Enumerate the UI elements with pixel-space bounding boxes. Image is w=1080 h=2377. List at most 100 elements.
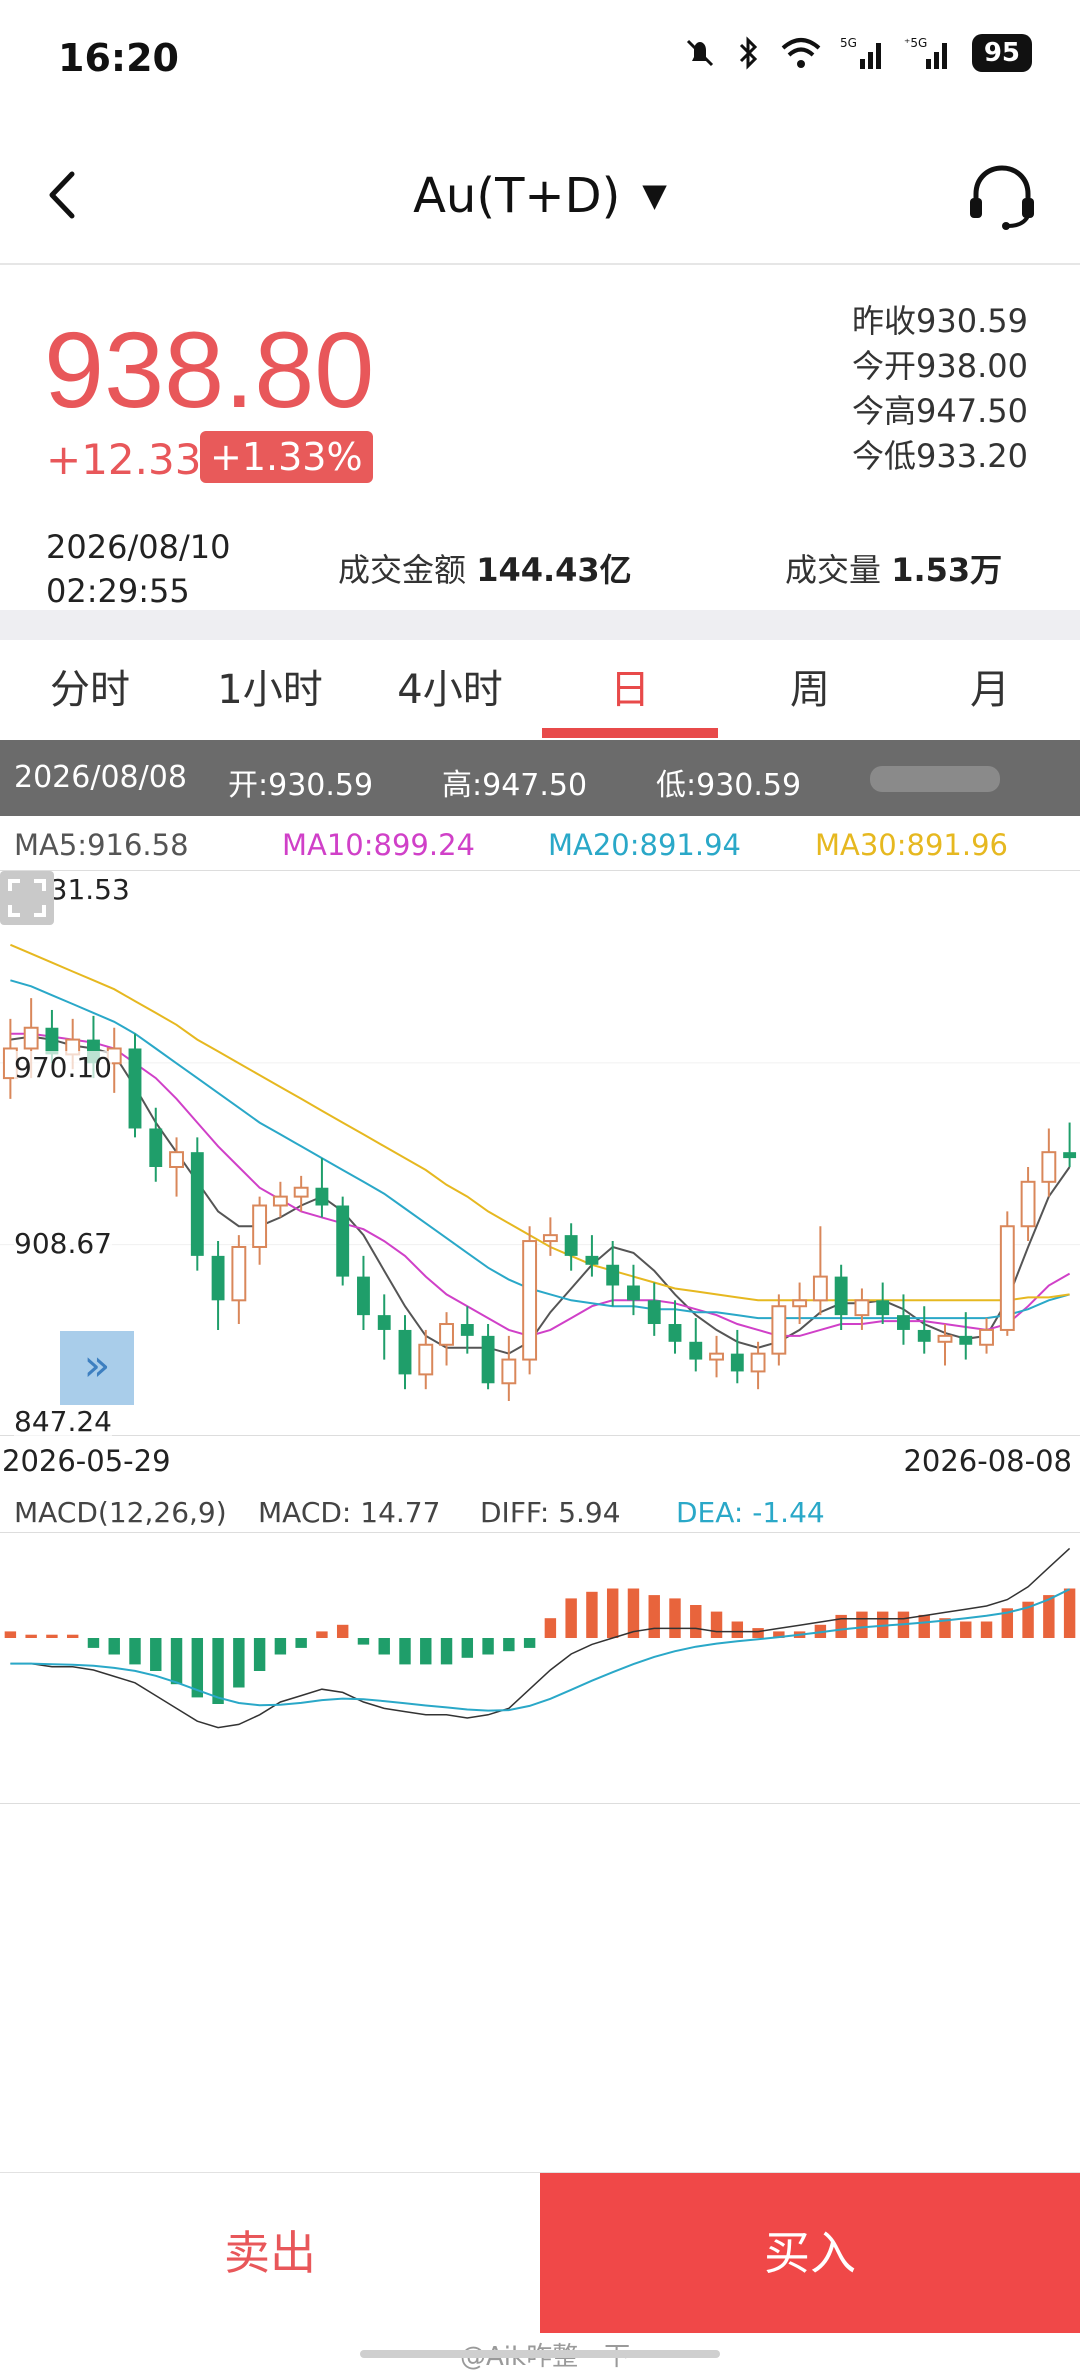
y-tick-3: 908.67 [14, 1227, 112, 1260]
fullscreen-icon[interactable] [0, 871, 54, 925]
macd-bar [4, 1631, 17, 1638]
volume-value: 1.53万 [891, 551, 1003, 589]
instrument-selector[interactable]: Au(T+D) ▼ [0, 168, 1080, 224]
tab-1h[interactable]: 1小时 [180, 640, 360, 740]
candle [149, 1107, 163, 1182]
open-price: 今开938.00 [852, 347, 1028, 385]
ma20-label: MA20:891.94 [548, 828, 742, 862]
macd-bar [960, 1621, 972, 1638]
macd-bar [918, 1614, 930, 1638]
candle [357, 1255, 370, 1330]
macd-bar [66, 1634, 79, 1638]
quote-date: 2026/08/10 [46, 528, 231, 566]
macd-bar [731, 1621, 744, 1638]
info-low: 低:930.59 [656, 768, 802, 803]
candle [542, 1217, 558, 1256]
macd-bar [752, 1628, 764, 1638]
instrument-title: Au(T+D) [413, 168, 621, 224]
ma10-label: MA10:899.24 [282, 828, 476, 862]
candle [501, 1335, 517, 1402]
macd-bar [357, 1638, 370, 1645]
caret-down-icon: ▼ [642, 176, 667, 214]
quote-panel: 938.80 +12.33 +1.33% 昨收930.59 今开938.00 今… [0, 267, 1080, 610]
tab-daily[interactable]: 日 [540, 640, 720, 740]
macd-bar [399, 1638, 411, 1665]
candle [564, 1223, 578, 1271]
candle [315, 1158, 329, 1218]
candle [709, 1335, 724, 1378]
candle [231, 1235, 247, 1325]
candle [979, 1318, 994, 1354]
ma30-line [10, 943, 1070, 1302]
change-percent-badge: +1.33% [200, 431, 373, 483]
kline-svg [0, 943, 1080, 1402]
candle-info-bar: 2026/08/08 开:930.59 高:947.50 低:930.59 [0, 740, 1080, 816]
app-header: Au(T+D) ▼ [0, 130, 1080, 265]
diff-value: DIFF: 5.94 [480, 1496, 621, 1529]
candle [834, 1264, 848, 1330]
price-change: +12.33 [46, 435, 202, 484]
ma30-label: MA30:891.96 [815, 828, 1009, 862]
macd-chart[interactable] [0, 1532, 1080, 1804]
candle [750, 1341, 766, 1390]
volume-label: 成交量 [785, 551, 882, 589]
candle [959, 1312, 973, 1360]
tab-weekly[interactable]: 周 [720, 640, 900, 740]
macd-bar [690, 1605, 702, 1638]
macd-bar [25, 1634, 37, 1638]
candle [481, 1324, 495, 1390]
candle [1063, 1122, 1077, 1167]
dea-value: DEA: -1.44 [676, 1496, 825, 1529]
turnover-value: 144.43亿 [476, 551, 632, 589]
macd-bar [336, 1624, 349, 1638]
turnover: 成交金额 144.43亿 [338, 545, 632, 591]
diff-line [10, 1547, 1071, 1729]
date-start: 2026-05-29 [2, 1444, 171, 1478]
candle [128, 1033, 142, 1138]
candle [647, 1282, 661, 1336]
macd-bar [606, 1588, 619, 1638]
tab-intraday[interactable]: 分时 [0, 640, 180, 740]
macd-bar [87, 1638, 100, 1648]
expand-icon[interactable]: » [60, 1331, 134, 1405]
low-price: 今低933.20 [852, 437, 1028, 475]
y-tick-2: 970.10 [14, 1051, 112, 1084]
macd-params: MACD(12,26,9) [14, 1496, 227, 1529]
candle [771, 1294, 787, 1366]
macd-bar [503, 1638, 515, 1652]
buy-button[interactable]: 买入 [540, 2173, 1080, 2333]
tab-4h[interactable]: 4小时 [360, 640, 540, 740]
candle [730, 1329, 744, 1384]
date-end: 2026-08-08 [903, 1444, 1072, 1478]
tab-monthly[interactable]: 月 [900, 640, 1080, 740]
candle [293, 1175, 309, 1212]
sell-button[interactable]: 卖出 [0, 2173, 540, 2333]
candle [398, 1315, 412, 1390]
signal-5g-icon-2: ⁺5G [904, 36, 947, 69]
blurred-field [870, 766, 1000, 792]
macd-bar [482, 1638, 494, 1655]
macd-bar [108, 1638, 120, 1655]
candle [377, 1294, 391, 1360]
candle [917, 1306, 931, 1354]
quote-time: 02:29:55 [46, 572, 190, 610]
mute-bell-icon [686, 39, 713, 67]
kline-chart[interactable]: 1031.53 970.10 908.67 847.24 » [0, 870, 1080, 1438]
headset-icon[interactable] [962, 158, 1042, 238]
macd-bar [856, 1611, 868, 1638]
macd-bar [46, 1634, 58, 1638]
macd-bar [544, 1618, 557, 1638]
ma5-label: MA5:916.58 [14, 828, 189, 862]
candle [1041, 1128, 1057, 1197]
ma20-line [10, 979, 1070, 1320]
info-date: 2026/08/08 [14, 760, 187, 795]
quote-timestamp: 2026/08/10 02:29:55 [46, 525, 230, 613]
home-indicator[interactable] [360, 2350, 720, 2358]
y-tick-bottom: 847.24 [14, 1405, 112, 1438]
period-tabs: 分时 1小时 4小时 日 周 月 [0, 640, 1080, 740]
bluetooth-icon [739, 36, 757, 70]
macd-bar [440, 1638, 453, 1665]
macd-bar [170, 1638, 183, 1685]
high-price: 今高947.50 [852, 392, 1028, 430]
candle [190, 1137, 204, 1271]
